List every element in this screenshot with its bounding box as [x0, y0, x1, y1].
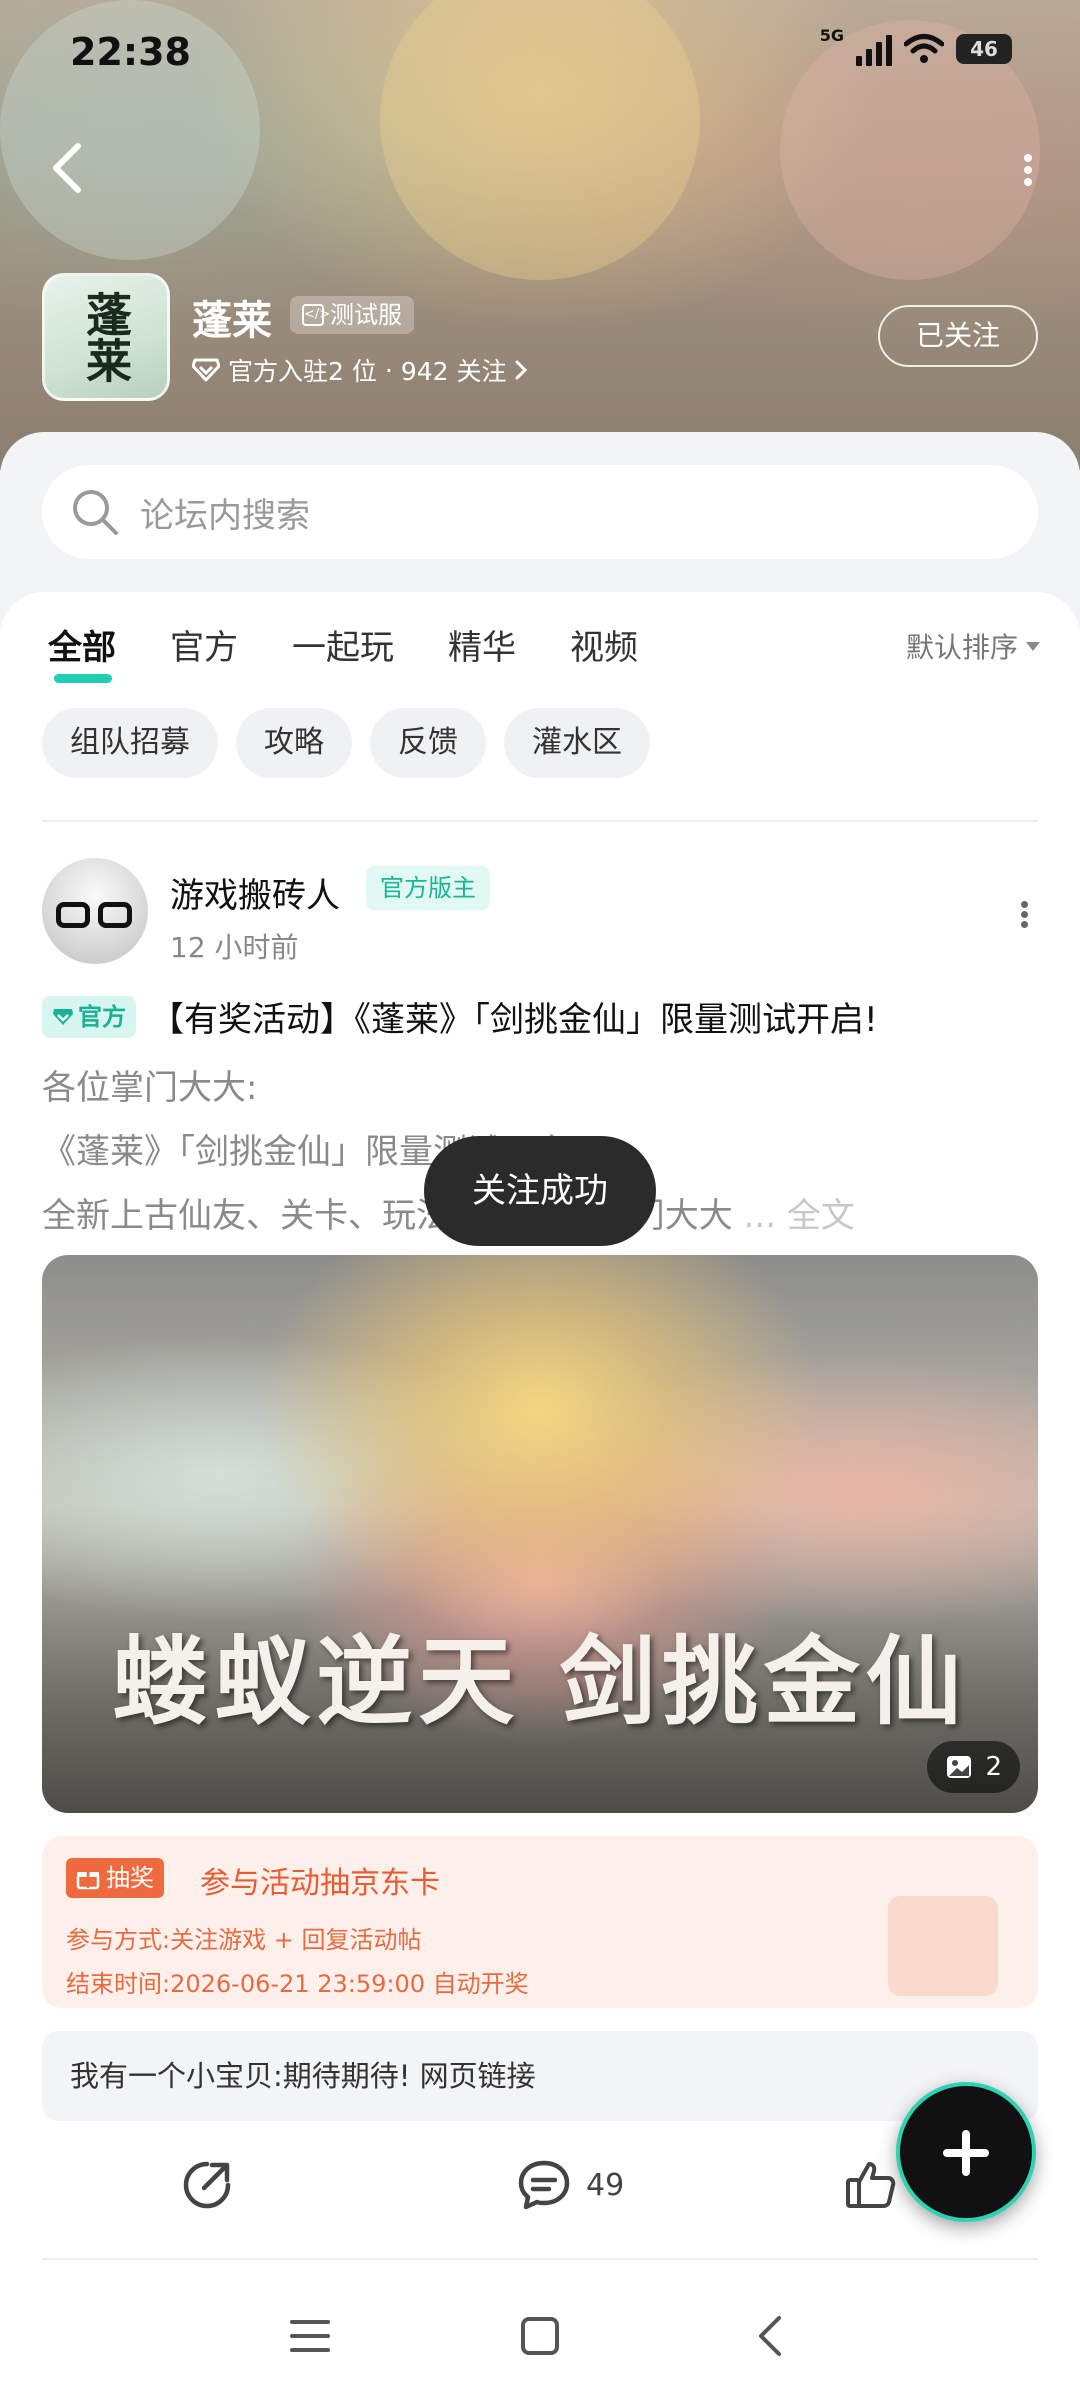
- like-button[interactable]: [844, 2158, 898, 2212]
- back-button[interactable]: [48, 140, 98, 200]
- more-vertical-icon: [1024, 154, 1032, 162]
- divider: [42, 820, 1038, 822]
- divider: [42, 2258, 1038, 2260]
- image-count-badge: 2: [927, 1741, 1020, 1793]
- game-icon[interactable]: 蓬莱: [42, 273, 170, 401]
- nav-home-button[interactable]: [500, 2270, 580, 2401]
- toast-follow-success: 关注成功: [424, 1136, 656, 1246]
- post-more-button[interactable]: [1016, 898, 1032, 934]
- post-title-line[interactable]: 官方 【有奖活动】《蓬莱》「剑挑金仙」限量测试开启!: [42, 992, 878, 1041]
- post-title: 【有奖活动】《蓬莱》「剑挑金仙」限量测试开启!: [150, 1000, 878, 1040]
- create-post-button[interactable]: [896, 2082, 1036, 2222]
- game-meta[interactable]: 官方入驻2 位 · 942 关注: [192, 352, 528, 388]
- moderator-badge: 官方版主: [366, 866, 490, 910]
- chip-chat[interactable]: 灌水区: [504, 708, 650, 778]
- chevron-left-icon: [759, 2315, 781, 2356]
- nav-back-button[interactable]: [730, 2270, 810, 2401]
- ellipsis: ...: [743, 1196, 777, 1236]
- search-icon: [73, 490, 118, 535]
- full-text-link[interactable]: 全文: [787, 1196, 855, 1236]
- search-input[interactable]: 论坛内搜索: [42, 465, 1038, 559]
- image-caption: 蝼蚁逆天 剑挑金仙: [112, 1625, 968, 1738]
- sort-label: 默认排序: [905, 631, 1018, 664]
- test-server-tag: </> 测试服: [290, 296, 414, 334]
- gift-icon: [76, 1872, 100, 1890]
- chevron-right-icon: [515, 360, 528, 380]
- lottery-card[interactable]: 抽奖 参与活动抽京东卡 参与方式:关注游戏 + 回复活动帖 结束时间:2026-…: [42, 1836, 1038, 2008]
- game-name: 蓬莱: [192, 298, 272, 344]
- more-vertical-icon: [1020, 901, 1028, 908]
- post-image[interactable]: 蝼蚁逆天 剑挑金仙 2: [42, 1255, 1038, 1813]
- lottery-end-time: 结束时间:2026-06-21 23:59:00 自动开奖: [66, 1970, 529, 1998]
- signal-icon: [856, 32, 892, 66]
- avatar[interactable]: [42, 858, 148, 964]
- search-placeholder: 论坛内搜索: [140, 495, 310, 536]
- menu-icon: [290, 2319, 330, 2352]
- share-icon: [183, 2161, 231, 2209]
- comment-preview[interactable]: 我有一个小宝贝:期待期待! 网页链接: [42, 2031, 1038, 2121]
- official-count: 官方入驻2 位: [228, 357, 377, 386]
- chip-guides[interactable]: 攻略: [236, 708, 352, 778]
- chip-team-recruit[interactable]: 组队招募: [42, 708, 218, 778]
- square-icon: [521, 2316, 559, 2355]
- comment-count: 49: [586, 2167, 625, 2203]
- comment-button[interactable]: 49: [516, 2158, 624, 2212]
- code-icon: </>: [302, 304, 330, 326]
- comment-icon: [518, 2160, 570, 2210]
- tab-official[interactable]: 官方: [170, 620, 238, 669]
- lottery-method: 参与方式:关注游戏 + 回复活动帖: [66, 1926, 422, 1954]
- status-bar: 22:38 5G 46: [0, 22, 1080, 82]
- official-tag: 官方: [42, 995, 136, 1038]
- image-icon: [947, 1756, 972, 1778]
- status-time: 22:38: [70, 30, 191, 74]
- gift-icon: [888, 1896, 998, 1996]
- tab-featured[interactable]: 精华: [448, 620, 516, 669]
- post-time: 12 小时前: [170, 931, 299, 964]
- battery-icon: 46: [956, 34, 1012, 64]
- network-type: 5G: [819, 25, 844, 45]
- tab-video[interactable]: 视频: [570, 620, 638, 669]
- system-nav-bar: [0, 2270, 1080, 2401]
- category-chips: 组队招募 攻略 反馈 灌水区: [42, 708, 650, 778]
- lottery-title: 参与活动抽京东卡: [200, 1866, 440, 1901]
- share-button[interactable]: [180, 2158, 234, 2212]
- lottery-badge: 抽奖: [66, 1858, 164, 1898]
- chip-feedback[interactable]: 反馈: [370, 708, 486, 778]
- follower-count: 942 关注: [400, 357, 507, 386]
- forum-tabs: 全部 官方 一起玩 精华 视频: [48, 620, 638, 683]
- nav-menu-button[interactable]: [270, 2270, 350, 2401]
- author-name[interactable]: 游戏搬砖人: [170, 868, 340, 917]
- diamond-icon: [192, 358, 220, 382]
- follow-button[interactable]: 已关注: [878, 305, 1038, 367]
- tab-all[interactable]: 全部: [48, 620, 116, 683]
- wifi-icon: [904, 34, 944, 63]
- caret-down-icon: [1026, 641, 1040, 651]
- status-icons: 5G 46: [820, 26, 1012, 66]
- chevron-left-icon: [53, 143, 81, 193]
- thumbs-up-icon: [846, 2162, 896, 2208]
- diamond-icon: [53, 1008, 73, 1025]
- post-body-line: 各位掌门大大:: [42, 1068, 258, 1108]
- tab-play-together[interactable]: 一起玩: [292, 620, 394, 669]
- more-button[interactable]: [1016, 150, 1040, 190]
- sort-dropdown[interactable]: 默认排序: [906, 626, 1040, 666]
